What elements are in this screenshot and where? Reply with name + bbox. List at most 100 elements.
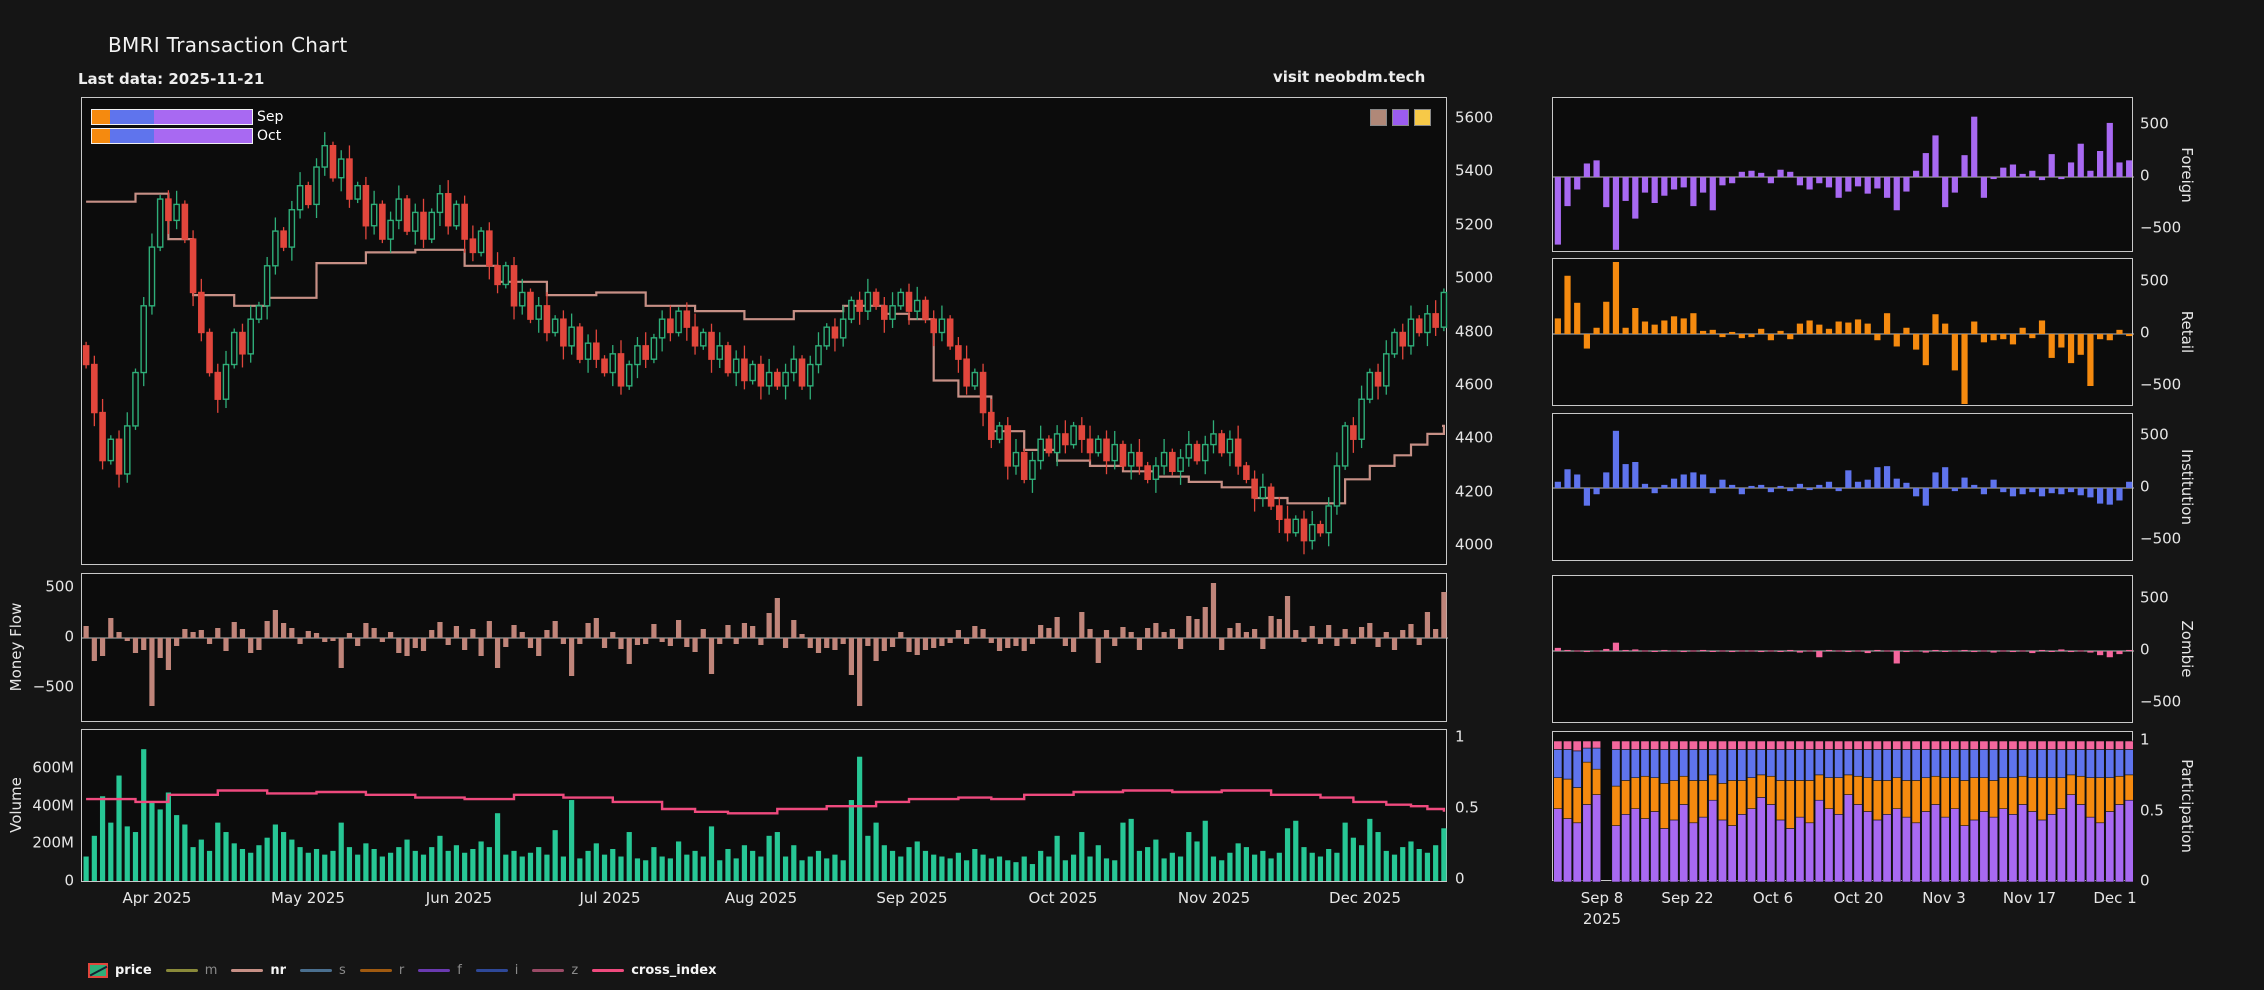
retail-y-tick: 0 [2140, 323, 2150, 342]
candlestick-plot [82, 132, 1448, 555]
y-axis-label-money-flow: Money Flow [7, 602, 25, 692]
foreign-plot [1553, 116, 2134, 250]
price-y-tick: 5600 [1455, 108, 1494, 127]
legend-item-label: r [398, 963, 405, 978]
line-swatch-icon [359, 969, 392, 972]
legend-item-z[interactable]: z [532, 963, 578, 978]
volume-chart [81, 729, 1447, 882]
institution-chart [1552, 413, 2134, 561]
legend-item-m[interactable]: m [165, 963, 218, 978]
corner-swatch-gold [1414, 109, 1431, 126]
zombie-chart [1552, 575, 2134, 723]
legend-item-label: i [514, 963, 519, 978]
y-axis-label-institution: Institution [2178, 449, 2196, 525]
legend-item-label: m [204, 963, 218, 978]
foreign-y-tick: −500 [2140, 218, 2182, 237]
watermark-link[interactable]: visit neobdm.tech [1273, 68, 1425, 86]
cross-index-y-tick: 0 [1455, 869, 1465, 888]
money-flow-y-tick: 0 [64, 627, 74, 646]
corner-swatch-purple [1392, 109, 1409, 126]
line-swatch-icon [475, 969, 508, 972]
price-y-tick: 4000 [1455, 535, 1494, 554]
volume-y-tick: 400M [32, 796, 74, 815]
money-flow-plot [82, 583, 1448, 706]
zombie-plot [1553, 642, 2134, 664]
retail-plot [1553, 262, 2134, 404]
right-date-x-tick: Sep 22 [1661, 889, 1714, 907]
y-axis-label-participation: Participation [2178, 759, 2196, 853]
volume-y-tick: 600M [32, 758, 74, 777]
date-x-tick: Oct 2025 [1028, 889, 1098, 907]
legend-item-i[interactable]: i [475, 963, 519, 978]
institution-y-tick: 500 [2140, 425, 2169, 444]
date-x-tick: Aug 2025 [724, 889, 798, 907]
participation-chart [1552, 731, 2134, 882]
participation-plot [1553, 740, 2134, 882]
corner-swatch-rosybrown [1370, 109, 1387, 126]
bmri-transaction-dashboard: BMRI Transaction Chart Last data: 2025-1… [0, 0, 2264, 990]
y-axis-label-zombie: Zombie [2178, 620, 2196, 678]
month-legend-oct-label: Oct [257, 128, 282, 144]
right-date-x-tick: Nov 3 [1922, 889, 1966, 907]
date-x-tick: Dec 2025 [1329, 889, 1401, 907]
participation-y-tick: 1 [2140, 730, 2150, 749]
price-y-tick: 4600 [1455, 375, 1494, 394]
price-y-tick: 5400 [1455, 162, 1494, 180]
month-legend-segment [109, 129, 155, 143]
price-y-tick: 4800 [1455, 322, 1494, 341]
retail-y-tick: −500 [2140, 375, 2182, 394]
date-x-tick: Apr 2025 [122, 889, 192, 907]
volume-y-tick: 0 [64, 871, 74, 890]
zombie-y-tick: 500 [2140, 588, 2169, 607]
month-legend-oct-bar [91, 128, 253, 144]
right-date-x-tick: Dec 1 [2093, 889, 2137, 907]
last-data-label: Last data: 2025-11-21 [78, 70, 265, 88]
cross-index-y-tick: 0.5 [1455, 798, 1479, 817]
legend-item-s[interactable]: s [300, 963, 346, 978]
price-y-tick: 5000 [1455, 268, 1494, 287]
month-legend-segment [109, 110, 155, 124]
line-swatch-icon [418, 969, 451, 972]
line-swatch-icon [592, 969, 625, 972]
money-flow-y-tick: −500 [32, 677, 74, 696]
legend-item-label: cross_index [631, 963, 717, 978]
month-legend-sep-label: Sep [257, 109, 284, 125]
page-title: BMRI Transaction Chart [108, 33, 348, 57]
series-legend: price m nr s r f i z cross_index [88, 963, 716, 978]
right-date-x-tick: Sep 8 [1580, 889, 1624, 907]
date-x-tick: Nov 2025 [1177, 889, 1251, 907]
zombie-y-tick: 0 [2140, 640, 2150, 659]
foreign-chart [1552, 97, 2134, 252]
legend-item-nr[interactable]: nr [231, 963, 286, 978]
legend-item-label: z [571, 963, 579, 978]
foreign-y-tick: 0 [2140, 166, 2150, 185]
y-axis-label-volume: Volume [7, 777, 25, 833]
month-legend-segment [92, 129, 110, 143]
price-y-tick: 5200 [1455, 215, 1494, 234]
legend-item-label: nr [270, 963, 287, 978]
date-x-tick: May 2025 [271, 889, 345, 907]
legend-item-label: price [115, 963, 152, 978]
line-swatch-icon [532, 969, 565, 972]
volume-plot [83, 749, 1447, 881]
date-x-tick: Jul 2025 [579, 889, 641, 907]
right-date-x-tick: Nov 17 [2002, 889, 2057, 907]
line-swatch-icon [165, 969, 198, 972]
legend-item-r[interactable]: r [359, 963, 405, 978]
y-axis-label-retail: Retail [2178, 310, 2196, 354]
legend-item-price[interactable]: price [88, 963, 152, 978]
retail-chart [1552, 258, 2134, 406]
money-flow-y-tick: 500 [45, 577, 74, 596]
legend-item-cross_index[interactable]: cross_index [592, 963, 716, 978]
institution-y-tick: −500 [2140, 529, 2182, 548]
money-flow-chart [81, 573, 1448, 722]
legend-item-label: s [339, 963, 346, 978]
line-swatch-icon [300, 969, 333, 972]
price-y-tick: 4400 [1455, 428, 1494, 447]
institution-y-tick: 0 [2140, 477, 2150, 496]
y-axis-label-foreign: Foreign [2178, 147, 2196, 203]
right-date-x-tick: Oct 20 [1833, 889, 1884, 907]
legend-item-f[interactable]: f [418, 963, 462, 978]
volume-y-tick: 200M [32, 833, 74, 852]
right-date-x-tick-year: 2025 [1582, 910, 1622, 928]
